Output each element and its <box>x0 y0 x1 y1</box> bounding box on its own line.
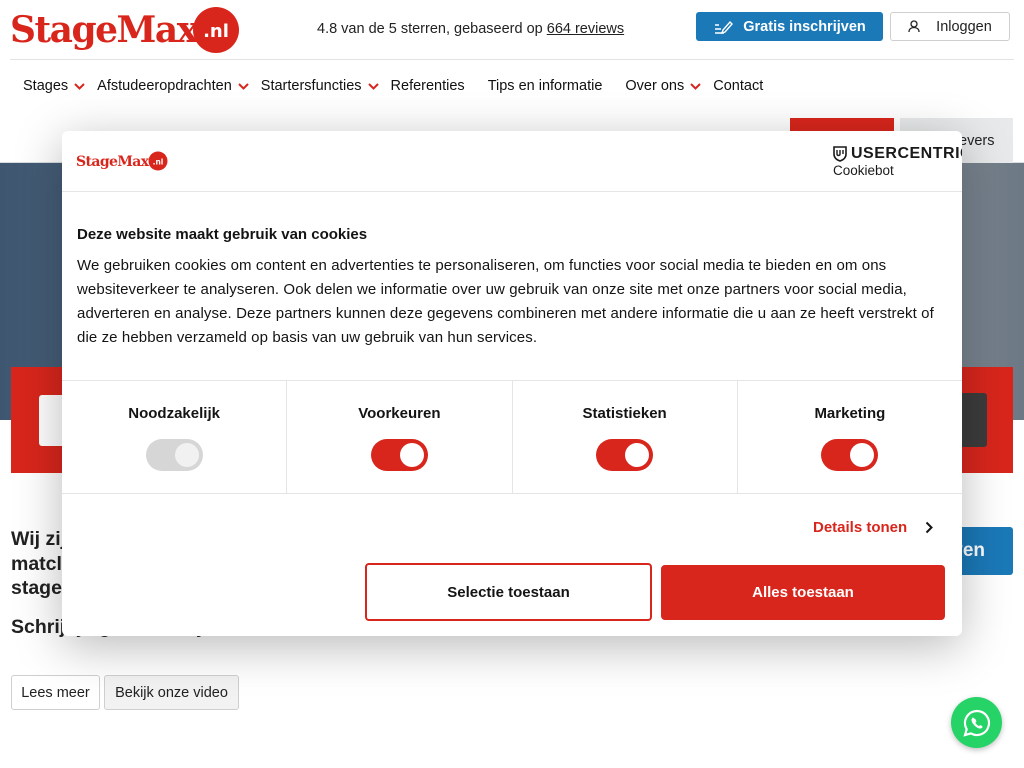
nav-item-label: Afstudeeropdrachten <box>97 78 232 94</box>
chevron-right-icon <box>925 521 934 534</box>
consent-toggle-noodzakelijk <box>145 439 203 471</box>
chevron-down-icon <box>690 82 701 90</box>
consent-toggle-voorkeuren[interactable] <box>370 439 428 471</box>
login-button[interactable]: Inloggen <box>890 12 1010 41</box>
consent-category-noodzakelijk: Noodzakelijk <box>62 380 288 493</box>
cookie-consent-dialog: StageMax .nl USERCENTRICS Cookiebot Deze… <box>62 131 962 636</box>
consent-category-label: Voorkeuren <box>358 405 441 422</box>
consent-toggle-marketing[interactable] <box>821 439 879 471</box>
usercentrics-name: USERCENTRICS <box>851 145 962 162</box>
toggle-knob <box>850 443 875 467</box>
usercentrics-brand: USERCENTRICS <box>833 145 962 163</box>
stagemax-logo[interactable]: StageMax .nl <box>10 6 242 54</box>
svg-text:.nl: .nl <box>153 158 164 167</box>
chevron-down-icon <box>367 82 379 90</box>
reviews-link[interactable]: 664 reviews <box>547 21 624 37</box>
consent-toggle-row: Noodzakelijk Voorkeuren Statistieken Market… <box>62 380 962 493</box>
login-label: Inloggen <box>936 18 992 35</box>
allow-all-button[interactable]: Alles toestaan <box>661 565 945 620</box>
chevron-down-icon <box>238 82 249 90</box>
nav-item-label: Referenties <box>390 78 465 94</box>
show-details-link[interactable]: Details tonen <box>813 519 934 536</box>
nav-item-tips-en-informatie[interactable]: Tips en informatie <box>488 78 603 94</box>
main-nav: Stages Afstudeeropdrachten Startersfunctie… <box>23 76 786 96</box>
allow-selection-button[interactable]: Selectie toestaan <box>365 563 652 621</box>
svg-text:StageMax: StageMax <box>10 9 199 51</box>
dialog-divider <box>62 191 962 192</box>
nav-item-afstudeeropdrachten[interactable]: Afstudeeropdrachten <box>97 78 261 94</box>
toggle-knob <box>174 443 199 467</box>
nav-item-label: Contact <box>713 78 764 94</box>
chevron-down-icon <box>74 82 85 90</box>
dialog-divider <box>62 493 962 494</box>
whatsapp-chat-button[interactable] <box>951 697 1002 748</box>
nav-item-over-ons[interactable]: Over ons <box>625 78 713 94</box>
review-rating: 4.8 van de 5 sterren, gebaseerd op 664 r… <box>317 21 624 37</box>
signup-button[interactable]: Gratis inschrijven <box>696 12 883 41</box>
whatsapp-icon <box>962 709 990 737</box>
consent-category-label: Statistieken <box>582 405 667 422</box>
consent-category-label: Marketing <box>814 405 886 422</box>
nav-item-label: Tips en informatie <box>487 78 603 94</box>
svg-text:StageMax: StageMax <box>76 154 150 170</box>
nav-item-label: Startersfuncties <box>260 78 362 94</box>
nav-item-startersfuncties[interactable]: Startersfuncties <box>261 78 391 94</box>
rating-text: 4.8 van de 5 sterren, gebaseerd op <box>317 21 547 37</box>
dialog-body-text: We gebruiken cookies om content en adver… <box>77 257 934 346</box>
watch-video-button[interactable]: Bekijk onze video <box>104 675 239 710</box>
dialog-title: Deze website maakt gebruik van cookies <box>77 226 368 243</box>
dialog-stagemax-logo: StageMax .nl <box>76 151 168 171</box>
header-divider <box>10 59 1014 60</box>
nav-item-stages[interactable]: Stages <box>23 78 97 94</box>
consent-category-statistieken: Statistieken <box>513 380 738 493</box>
usercentrics-shield-icon <box>833 146 847 162</box>
nav-item-referenties[interactable]: Referenties <box>391 78 465 94</box>
nav-item-label: Over ons <box>625 78 685 94</box>
nav-item-contact[interactable]: Contact <box>713 78 763 94</box>
consent-toggle-statistieken[interactable] <box>596 439 654 471</box>
consent-category-voorkeuren: Voorkeuren <box>287 380 513 493</box>
signup-label: Gratis inschrijven <box>743 18 866 35</box>
toggle-knob <box>625 443 650 467</box>
toggle-knob <box>399 443 424 467</box>
show-details-label: Details tonen <box>813 519 908 536</box>
consent-category-marketing: Marketing <box>738 380 962 493</box>
cookiebot-label: Cookiebot <box>833 163 894 178</box>
svg-text:.nl: .nl <box>203 21 229 42</box>
gray-tab-label: evers <box>959 132 995 149</box>
pencil-icon <box>715 20 734 34</box>
read-more-button[interactable]: Lees meer <box>11 675 100 710</box>
user-icon <box>908 20 920 33</box>
consent-category-label: Noodzakelijk <box>128 405 220 422</box>
nav-item-label: Stages <box>23 78 69 94</box>
